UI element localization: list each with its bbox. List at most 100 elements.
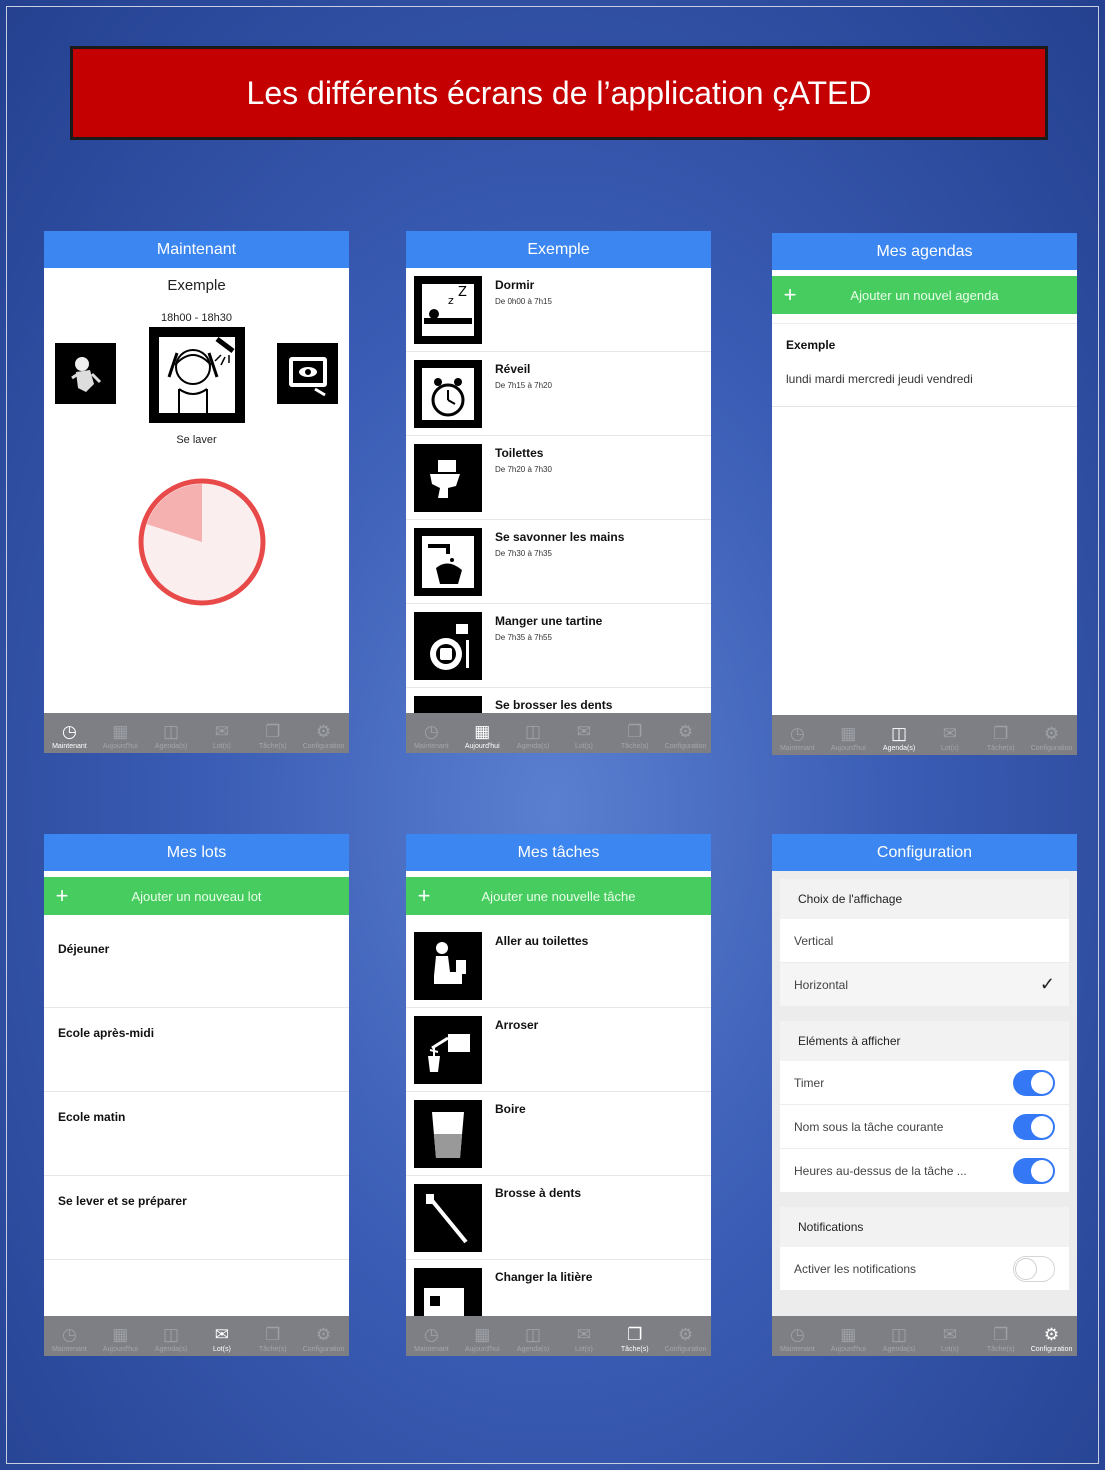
tab-3[interactable]: ✉ Lot(s) — [558, 1316, 609, 1356]
tab-5[interactable]: ⚙ Configuration — [660, 1316, 711, 1356]
tab-label: Aujourd'hui — [102, 743, 138, 750]
tab-3[interactable]: ✉ Lot(s) — [196, 713, 247, 753]
tab-3[interactable]: ✉ Lot(s) — [196, 1316, 247, 1356]
television-icon — [288, 356, 327, 396]
list-item[interactable]: Manger une tartine De 7h35 à 7h55 — [406, 604, 711, 688]
tab-0[interactable]: ◷ Maintenant — [44, 1316, 95, 1356]
lot-item[interactable]: Ecole matin — [44, 1092, 349, 1176]
tab-1[interactable]: ▦ Aujourd'hui — [457, 713, 508, 753]
option-vertical[interactable]: Vertical — [780, 919, 1069, 963]
list-item[interactable]: Réveil De 7h15 à 7h20 — [406, 352, 711, 436]
gear-icon: ⚙ — [315, 722, 332, 741]
toilet-person-icon — [414, 932, 482, 1000]
tab-label: Aujourd'hui — [102, 1346, 138, 1353]
tab-bar: ◷ Maintenant ▦ Aujourd'hui ◫ Agenda(s) ✉ Lot(s)… — [44, 1316, 349, 1356]
tab-5[interactable]: ⚙ Configuration — [298, 1316, 349, 1356]
tab-4[interactable]: ❐ Tâche(s) — [247, 1316, 298, 1356]
section-elements: Eléments à afficher — [780, 1021, 1069, 1061]
next-task-pictogram[interactable] — [277, 343, 338, 404]
setting-hours: Heures au-dessus de la tâche ... — [780, 1149, 1069, 1193]
tab-4[interactable]: ❐ Tâche(s) — [609, 1316, 660, 1356]
tab-label: Lot(s) — [940, 1346, 959, 1353]
screen-header: Maintenant — [44, 231, 349, 268]
tab-0[interactable]: ◷ Maintenant — [772, 1316, 823, 1356]
tab-3[interactable]: ✉ Lot(s) — [558, 713, 609, 753]
option-vertical-label: Vertical — [794, 933, 834, 948]
timer-toggle[interactable] — [1013, 1069, 1055, 1096]
svg-text:Z: Z — [458, 285, 467, 300]
option-horizontal[interactable]: Horizontal ✓ — [780, 963, 1069, 1007]
add-task-label: Ajouter une nouvelle tâche — [481, 888, 636, 904]
tab-4[interactable]: ❐ Tâche(s) — [975, 1316, 1026, 1356]
task-item[interactable]: Boire — [406, 1092, 711, 1176]
task-item[interactable]: Brosse à dents — [406, 1176, 711, 1260]
lot-item[interactable]: Ecole après-midi — [44, 1008, 349, 1092]
tab-label: Aujourd'hui — [464, 1346, 500, 1353]
screen-configuration: Configuration Choix de l'affichage Verti… — [772, 834, 1077, 1356]
screen-header: Mes lots — [44, 834, 349, 871]
clock-icon: ◷ — [423, 722, 439, 741]
lot-item[interactable]: Se lever et se préparer — [44, 1176, 349, 1260]
add-agenda-button[interactable]: + Ajouter un nouvel agenda — [772, 276, 1077, 314]
tab-5[interactable]: ⚙ Configuration — [1026, 1316, 1077, 1356]
tab-1[interactable]: ▦ Aujourd'hui — [823, 715, 874, 755]
agenda-item[interactable]: Exemple lundi mardi mercredi jeudi vendr… — [772, 323, 1077, 407]
tab-0[interactable]: ◷ Maintenant — [44, 713, 95, 753]
tab-label: Tâche(s) — [986, 1346, 1015, 1353]
tab-2[interactable]: ◫ Agenda(s) — [508, 1316, 559, 1356]
add-task-button[interactable]: + Ajouter une nouvelle tâche — [406, 877, 711, 915]
lot-icon: ✉ — [576, 1325, 592, 1344]
plus-icon: + — [417, 883, 431, 908]
tab-label: Tâche(s) — [258, 743, 287, 750]
list-item-time: De 7h35 à 7h55 — [495, 633, 552, 642]
list-item-time: De 0h00 à 7h15 — [495, 297, 552, 306]
tab-5[interactable]: ⚙ Configuration — [298, 713, 349, 753]
lot-item[interactable]: Déjeuner — [44, 924, 349, 1008]
doll-icon — [70, 356, 101, 392]
list-item-title: Se brosser les dents — [495, 698, 613, 712]
tab-2[interactable]: ◫ Agenda(s) — [146, 713, 197, 753]
tab-2[interactable]: ◫ Agenda(s) — [508, 713, 559, 753]
hours-toggle[interactable] — [1013, 1157, 1055, 1184]
agenda-title: Exemple — [786, 338, 836, 352]
task-item[interactable]: Arroser — [406, 1008, 711, 1092]
tab-0[interactable]: ◷ Maintenant — [406, 1316, 457, 1356]
tab-0[interactable]: ◷ Maintenant — [406, 713, 457, 753]
tab-1[interactable]: ▦ Aujourd'hui — [95, 1316, 146, 1356]
tab-4[interactable]: ❐ Tâche(s) — [609, 713, 660, 753]
tab-5[interactable]: ⚙ Configuration — [660, 713, 711, 753]
tab-4[interactable]: ❐ Tâche(s) — [975, 715, 1026, 755]
tab-1[interactable]: ▦ Aujourd'hui — [95, 713, 146, 753]
current-task-pictogram[interactable] — [149, 327, 245, 423]
list-item[interactable]: Se savonner les mains De 7h30 à 7h35 — [406, 520, 711, 604]
tab-label: Configuration — [1030, 745, 1073, 752]
tab-label: Configuration — [664, 743, 707, 750]
notifications-toggle[interactable] — [1013, 1255, 1055, 1282]
previous-task-pictogram[interactable] — [55, 343, 116, 404]
tab-3[interactable]: ✉ Lot(s) — [924, 715, 975, 755]
tab-1[interactable]: ▦ Aujourd'hui — [823, 1316, 874, 1356]
list-item[interactable]: Toilettes De 7h20 à 7h30 — [406, 436, 711, 520]
calendar-icon: ▦ — [474, 1325, 491, 1344]
list-item-time: De 7h30 à 7h35 — [495, 549, 552, 558]
screen-header: Mes agendas — [772, 233, 1077, 270]
task-name-toggle[interactable] — [1013, 1113, 1055, 1140]
list-item[interactable]: zZ Dormir De 0h00 à 7h15 — [406, 268, 711, 352]
add-lot-button[interactable]: + Ajouter un nouveau lot — [44, 877, 349, 915]
task-item[interactable]: Aller au toilettes — [406, 924, 711, 1008]
tab-2[interactable]: ◫ Agenda(s) — [874, 1316, 925, 1356]
tab-5[interactable]: ⚙ Configuration — [1026, 715, 1077, 755]
calendar-icon: ▦ — [840, 1325, 857, 1344]
tab-4[interactable]: ❐ Tâche(s) — [247, 713, 298, 753]
tab-3[interactable]: ✉ Lot(s) — [924, 1316, 975, 1356]
list-item-time: De 7h20 à 7h30 — [495, 465, 552, 474]
tab-2[interactable]: ◫ Agenda(s) — [146, 1316, 197, 1356]
tab-2[interactable]: ◫ Agenda(s) — [874, 715, 925, 755]
screen-lots: Mes lots + Ajouter un nouveau lot Déjeun… — [44, 834, 349, 1356]
tab-label: Agenda(s) — [882, 745, 916, 752]
tab-label: Agenda(s) — [154, 1346, 188, 1353]
clock-icon: ◷ — [789, 724, 805, 743]
tab-1[interactable]: ▦ Aujourd'hui — [457, 1316, 508, 1356]
tab-0[interactable]: ◷ Maintenant — [772, 715, 823, 755]
plate-icon — [414, 612, 482, 680]
